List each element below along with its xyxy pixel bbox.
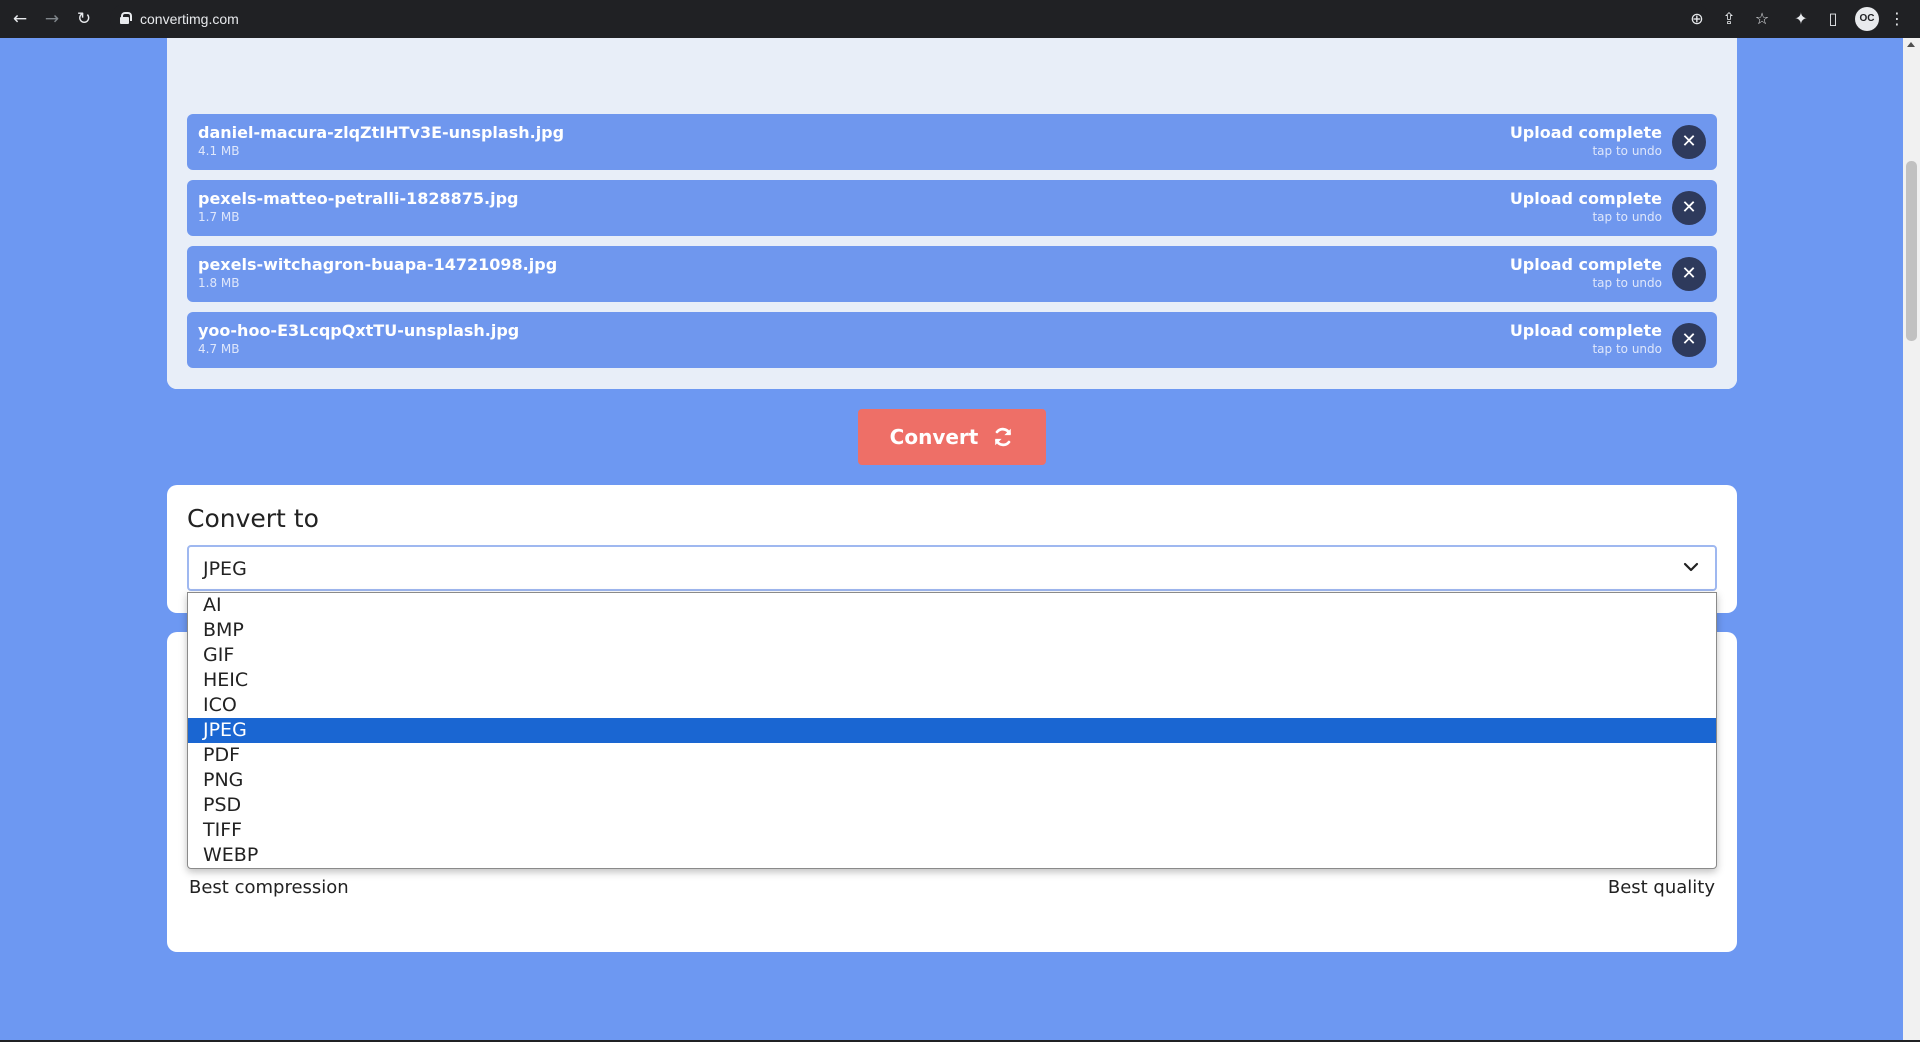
close-icon[interactable]: ✕ bbox=[1672, 125, 1706, 159]
undo-hint[interactable]: tap to undo bbox=[1592, 144, 1662, 158]
extensions-icon[interactable]: ✦ bbox=[1789, 7, 1813, 31]
refresh-icon bbox=[995, 427, 1012, 447]
close-icon[interactable]: ✕ bbox=[1672, 323, 1706, 357]
close-icon[interactable]: ✕ bbox=[1672, 191, 1706, 225]
file-item: yoo-hoo-E3LcqpQxtTU-unsplash.jpg 4.7 MB … bbox=[187, 312, 1717, 368]
side-panel-icon[interactable]: ▯ bbox=[1821, 7, 1845, 31]
convert-button-label: Convert bbox=[889, 425, 979, 449]
back-icon[interactable]: ← bbox=[9, 8, 31, 30]
file-item: daniel-macura-zlqZtIHTv3E-unsplash.jpg 4… bbox=[187, 114, 1717, 170]
option-webp[interactable]: WEBP bbox=[188, 843, 1716, 868]
option-ico[interactable]: ICO bbox=[188, 693, 1716, 718]
lock-icon[interactable] bbox=[120, 12, 132, 24]
address-bar[interactable]: convertimg.com bbox=[110, 4, 1710, 34]
file-size: 4.7 MB bbox=[198, 342, 240, 356]
selected-format: JPEG bbox=[203, 558, 247, 580]
file-item: pexels-matteo-petralli-1828875.jpg 1.7 M… bbox=[187, 180, 1717, 236]
file-size: 1.7 MB bbox=[198, 210, 240, 224]
file-item: pexels-witchagron-buapa-14721098.jpg 1.8… bbox=[187, 246, 1717, 302]
menu-icon[interactable]: ⋮ bbox=[1885, 7, 1909, 31]
zoom-icon[interactable]: ⊕ bbox=[1685, 7, 1709, 31]
scroll-thumb[interactable] bbox=[1906, 161, 1917, 341]
option-pdf[interactable]: PDF bbox=[188, 743, 1716, 768]
upload-status: Upload complete bbox=[1509, 189, 1662, 208]
option-psd[interactable]: PSD bbox=[188, 793, 1716, 818]
option-ai[interactable]: AI bbox=[188, 593, 1716, 618]
best-compression-label: Best compression bbox=[189, 877, 349, 898]
option-jpeg[interactable]: JPEG bbox=[188, 718, 1716, 743]
bookmark-star-icon[interactable]: ☆ bbox=[1750, 7, 1774, 31]
option-tiff[interactable]: TIFF bbox=[188, 818, 1716, 843]
option-heic[interactable]: HEIC bbox=[188, 668, 1716, 693]
upload-status: Upload complete bbox=[1509, 321, 1662, 340]
best-quality-label: Best quality bbox=[1607, 877, 1715, 898]
upload-status: Upload complete bbox=[1509, 123, 1662, 142]
close-icon[interactable]: ✕ bbox=[1672, 257, 1706, 291]
format-dropdown-list: AI BMP GIF HEIC ICO JPEG PDF PNG PSD TIF… bbox=[187, 592, 1717, 869]
undo-hint[interactable]: tap to undo bbox=[1592, 276, 1662, 290]
convert-to-title: Convert to bbox=[187, 504, 319, 533]
file-name: daniel-macura-zlqZtIHTv3E-unsplash.jpg bbox=[198, 123, 565, 142]
page-scrollbar[interactable] bbox=[1903, 38, 1920, 1040]
upload-panel: daniel-macura-zlqZtIHTv3E-unsplash.jpg 4… bbox=[167, 38, 1737, 389]
forward-icon[interactable]: → bbox=[41, 8, 63, 30]
scroll-up-icon[interactable] bbox=[1907, 42, 1915, 47]
file-name: yoo-hoo-E3LcqpQxtTU-unsplash.jpg bbox=[198, 321, 520, 340]
reload-icon[interactable]: ↻ bbox=[73, 8, 95, 30]
option-gif[interactable]: GIF bbox=[188, 643, 1716, 668]
undo-hint[interactable]: tap to undo bbox=[1592, 210, 1662, 224]
option-png[interactable]: PNG bbox=[188, 768, 1716, 793]
file-name: pexels-matteo-petralli-1828875.jpg bbox=[198, 189, 519, 208]
file-name: pexels-witchagron-buapa-14721098.jpg bbox=[198, 255, 558, 274]
option-bmp[interactable]: BMP bbox=[188, 618, 1716, 643]
profile-avatar[interactable]: OC bbox=[1855, 7, 1879, 31]
share-icon[interactable]: ⇪ bbox=[1717, 7, 1741, 31]
browser-toolbar: ← → ↻ convertimg.com ⊕ ⇪ ☆ ✦ ▯ OC ⋮ bbox=[0, 0, 1920, 38]
file-size: 1.8 MB bbox=[198, 276, 240, 290]
drop-area[interactable]: daniel-macura-zlqZtIHTv3E-unsplash.jpg 4… bbox=[167, 38, 1737, 389]
file-size: 4.1 MB bbox=[198, 144, 240, 158]
format-select[interactable]: JPEG bbox=[187, 545, 1717, 591]
convert-button[interactable]: Convert bbox=[858, 409, 1046, 465]
upload-status: Upload complete bbox=[1509, 255, 1662, 274]
undo-hint[interactable]: tap to undo bbox=[1592, 342, 1662, 356]
chevron-down-icon bbox=[1683, 562, 1699, 572]
url-text[interactable]: convertimg.com bbox=[140, 11, 239, 27]
